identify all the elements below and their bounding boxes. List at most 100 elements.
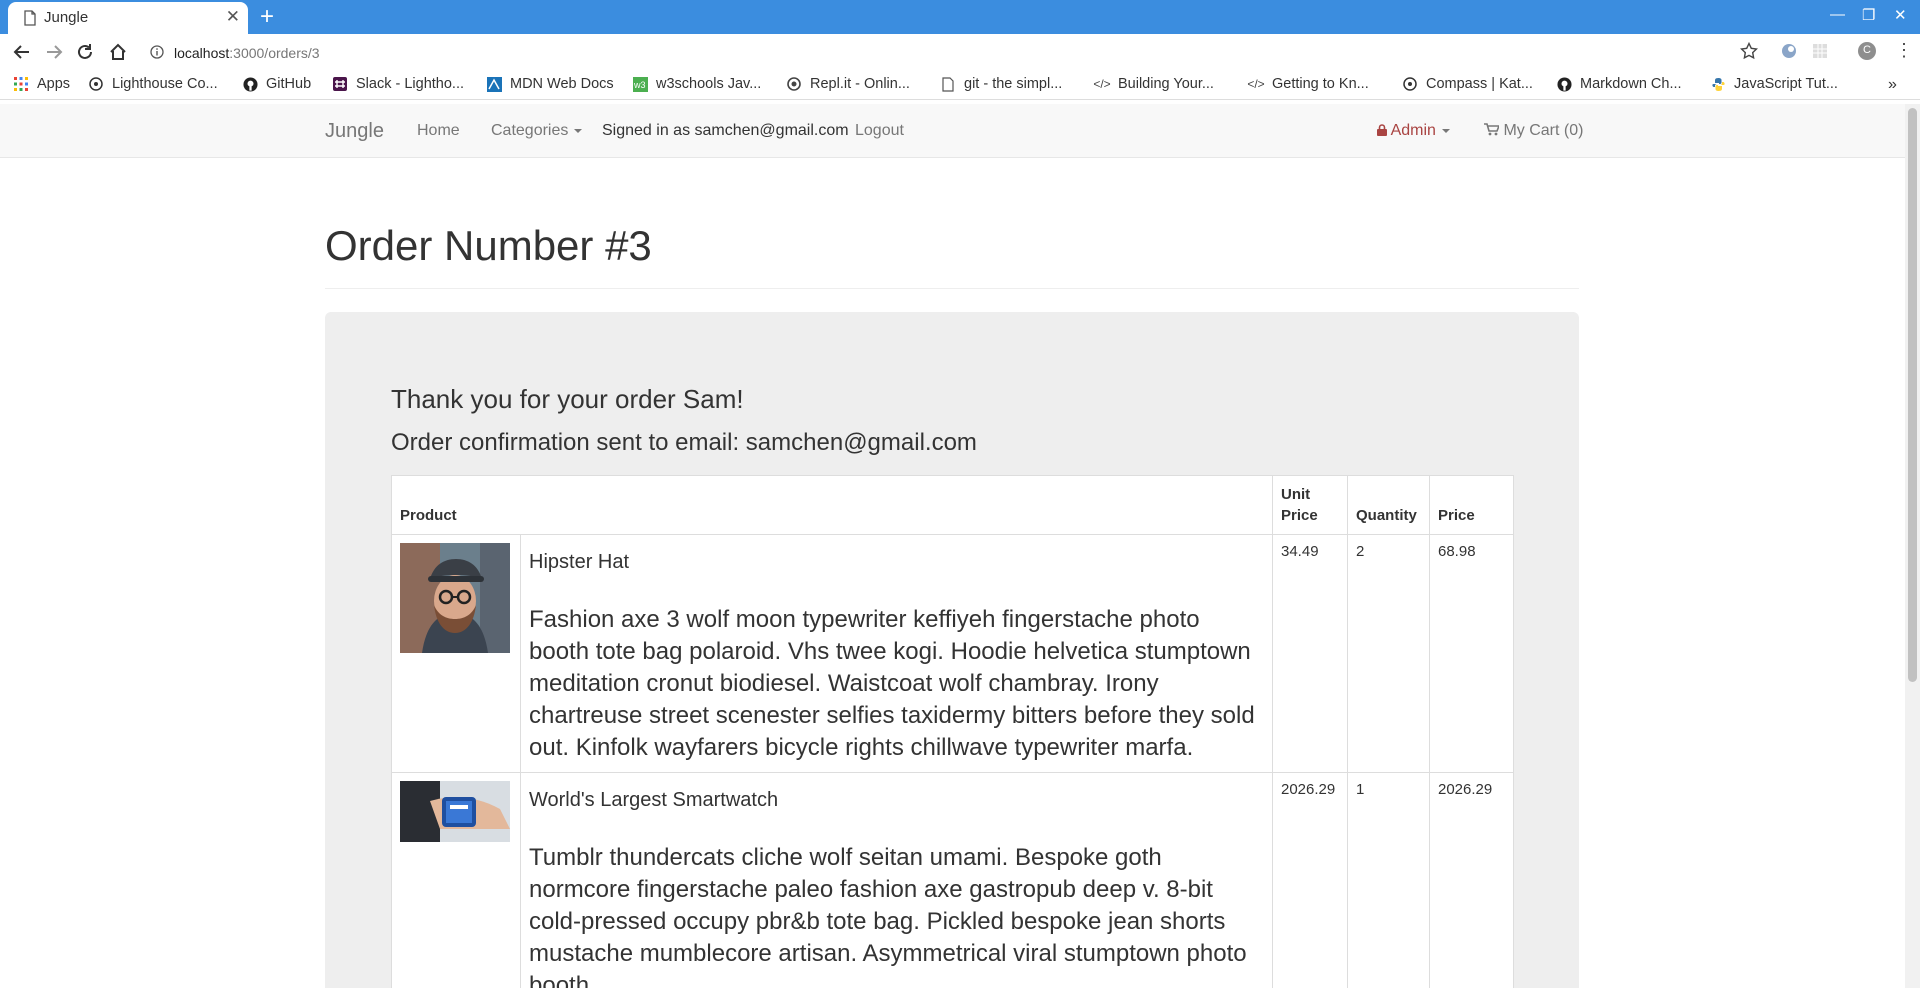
lock-icon (1377, 124, 1387, 136)
restore-icon[interactable]: ❐ (1862, 6, 1875, 24)
table-header-row: Product Unit Price Quantity Price (391, 475, 1514, 535)
tab-title: Jungle (44, 9, 89, 26)
menu-dots-icon[interactable]: ⋮ (1895, 40, 1913, 61)
apps-grid-icon (13, 76, 29, 92)
tab-strip: Jungle ✕ + — ❐ ✕ (0, 0, 1920, 34)
site-navbar: Jungle Home Categories Signed in as samc… (0, 104, 1905, 158)
product-details-cell: World's Largest Smartwatch Tumblr thunde… (520, 772, 1273, 988)
code-icon: </> (1247, 77, 1265, 91)
bookmark-label: JavaScript Tut... (1734, 76, 1838, 92)
product-name: World's Largest Smartwatch (529, 789, 779, 811)
minimize-icon[interactable]: — (1830, 6, 1845, 23)
bookmark-label: Lighthouse Co... (112, 76, 218, 92)
bookmark-label: Slack - Lightho... (356, 76, 464, 92)
svg-text:w3: w3 (633, 80, 646, 90)
bookmark-label: Markdown Ch... (1580, 76, 1682, 92)
chevron-down-icon (1441, 128, 1450, 133)
replit-icon (786, 76, 802, 92)
code-icon: </> (1093, 77, 1111, 91)
quantity-cell: 1 (1347, 772, 1430, 988)
slack-icon (332, 76, 348, 92)
product-details-cell: Hipster Hat Fashion axe 3 wolf moon type… (520, 534, 1273, 773)
bookmark-label: w3schools Jav... (656, 76, 762, 92)
home-button[interactable] (106, 40, 130, 64)
product-image-cell (391, 772, 521, 988)
back-button[interactable] (10, 40, 34, 64)
bookmark-git[interactable]: git - the simpl... (940, 76, 1062, 92)
compass-icon (1402, 76, 1418, 92)
reload-icon (78, 44, 92, 59)
product-name: Hipster Hat (529, 551, 630, 573)
extension-grid-icon[interactable] (1811, 42, 1829, 65)
bookmark-label: git - the simpl... (964, 76, 1063, 92)
reload-button[interactable] (73, 40, 97, 64)
page-title: Order Number #3 (325, 222, 652, 269)
product-image-cell (391, 534, 521, 773)
info-icon[interactable] (150, 45, 164, 59)
nav-categories-dropdown[interactable]: Categories (491, 122, 583, 140)
bookmark-compass[interactable]: Compass | Kat... (1402, 76, 1533, 92)
profile-initial: C (1863, 44, 1871, 56)
bookmarks-overflow-icon[interactable]: » (1888, 76, 1897, 94)
url-text: localhost:3000/orders/3 (174, 45, 320, 61)
cart-icon (1484, 123, 1501, 136)
bookmark-slack[interactable]: Slack - Lightho... (332, 76, 464, 92)
bookmark-building[interactable]: </> Building Your... (1093, 76, 1214, 92)
bookmark-label: MDN Web Docs (510, 76, 614, 92)
forward-button[interactable] (42, 40, 66, 64)
product-description: Tumblr thundercats cliche wolf seitan um… (529, 844, 1247, 988)
bookmark-label: Getting to Kn... (1272, 76, 1369, 92)
bookmark-lighthouse[interactable]: Lighthouse Co... (88, 76, 218, 92)
cart-link[interactable]: My Cart (0) (1484, 122, 1583, 140)
logout-link[interactable]: Logout (855, 122, 904, 140)
table-row: World's Largest Smartwatch Tumblr thunde… (391, 772, 1514, 988)
bookmark-mdn[interactable]: MDN Web Docs (486, 76, 614, 92)
bookmark-label: Compass | Kat... (1426, 76, 1533, 92)
admin-label: Admin (1390, 122, 1436, 139)
product-image-hipster-hat (400, 543, 510, 653)
compass-icon (88, 76, 104, 92)
thank-you-heading: Thank you for your order Sam! (391, 384, 744, 414)
python-icon (1710, 76, 1726, 92)
profile-avatar[interactable]: C (1857, 41, 1877, 66)
price-cell: 2026.29 (1429, 772, 1514, 988)
mdn-icon (486, 76, 502, 92)
bookmark-markdown[interactable]: Markdown Ch... (1556, 76, 1682, 92)
scrollbar-thumb[interactable] (1908, 108, 1917, 682)
browser-toolbar: localhost:3000/orders/3 C ⋮ (0, 34, 1920, 70)
order-items-table: Product Unit Price Quantity Price Hipste… (391, 475, 1514, 988)
bookmark-javascript[interactable]: JavaScript Tut... (1710, 76, 1838, 92)
bookmark-github[interactable]: GitHub (242, 76, 311, 92)
cart-label: My Cart (0) (1503, 122, 1584, 139)
forward-arrow-icon (47, 45, 63, 59)
nav-categories-label: Categories (491, 122, 569, 139)
price-header: Price (1429, 475, 1514, 535)
page-scrollbar[interactable] (1905, 104, 1920, 988)
bookmark-replit[interactable]: Repl.it - Onlin... (786, 76, 910, 92)
bookmark-label: Repl.it - Onlin... (810, 76, 910, 92)
page-icon (940, 76, 956, 92)
product-header: Product (391, 475, 1273, 535)
quantity-cell: 2 (1347, 534, 1430, 773)
product-description: Fashion axe 3 wolf moon typewriter keffi… (529, 606, 1255, 761)
bookmark-label: Apps (37, 76, 71, 92)
browser-tab[interactable]: Jungle ✕ (8, 2, 248, 34)
new-tab-button[interactable]: + (260, 4, 274, 30)
close-window-icon[interactable]: ✕ (1894, 6, 1907, 24)
home-icon (110, 43, 126, 60)
bookmark-star-icon[interactable] (1739, 41, 1759, 65)
extension-icon[interactable] (1780, 42, 1798, 65)
title-divider (325, 288, 1579, 289)
back-arrow-icon (13, 45, 29, 59)
bookmark-apps[interactable]: Apps (13, 76, 70, 92)
bookmark-getting[interactable]: </> Getting to Kn... (1247, 76, 1369, 92)
bookmark-w3schools[interactable]: w3 w3schools Jav... (632, 76, 761, 92)
nav-home-link[interactable]: Home (417, 122, 460, 140)
brand-link[interactable]: Jungle (325, 120, 384, 143)
address-bar[interactable]: localhost:3000/orders/3 (140, 40, 1770, 66)
close-tab-icon[interactable]: ✕ (226, 8, 240, 26)
table-row: Hipster Hat Fashion axe 3 wolf moon type… (391, 534, 1514, 773)
url-path: :3000/orders/3 (229, 45, 320, 61)
unit-price-cell: 2026.29 (1272, 772, 1348, 988)
admin-dropdown[interactable]: Admin (1377, 122, 1450, 140)
